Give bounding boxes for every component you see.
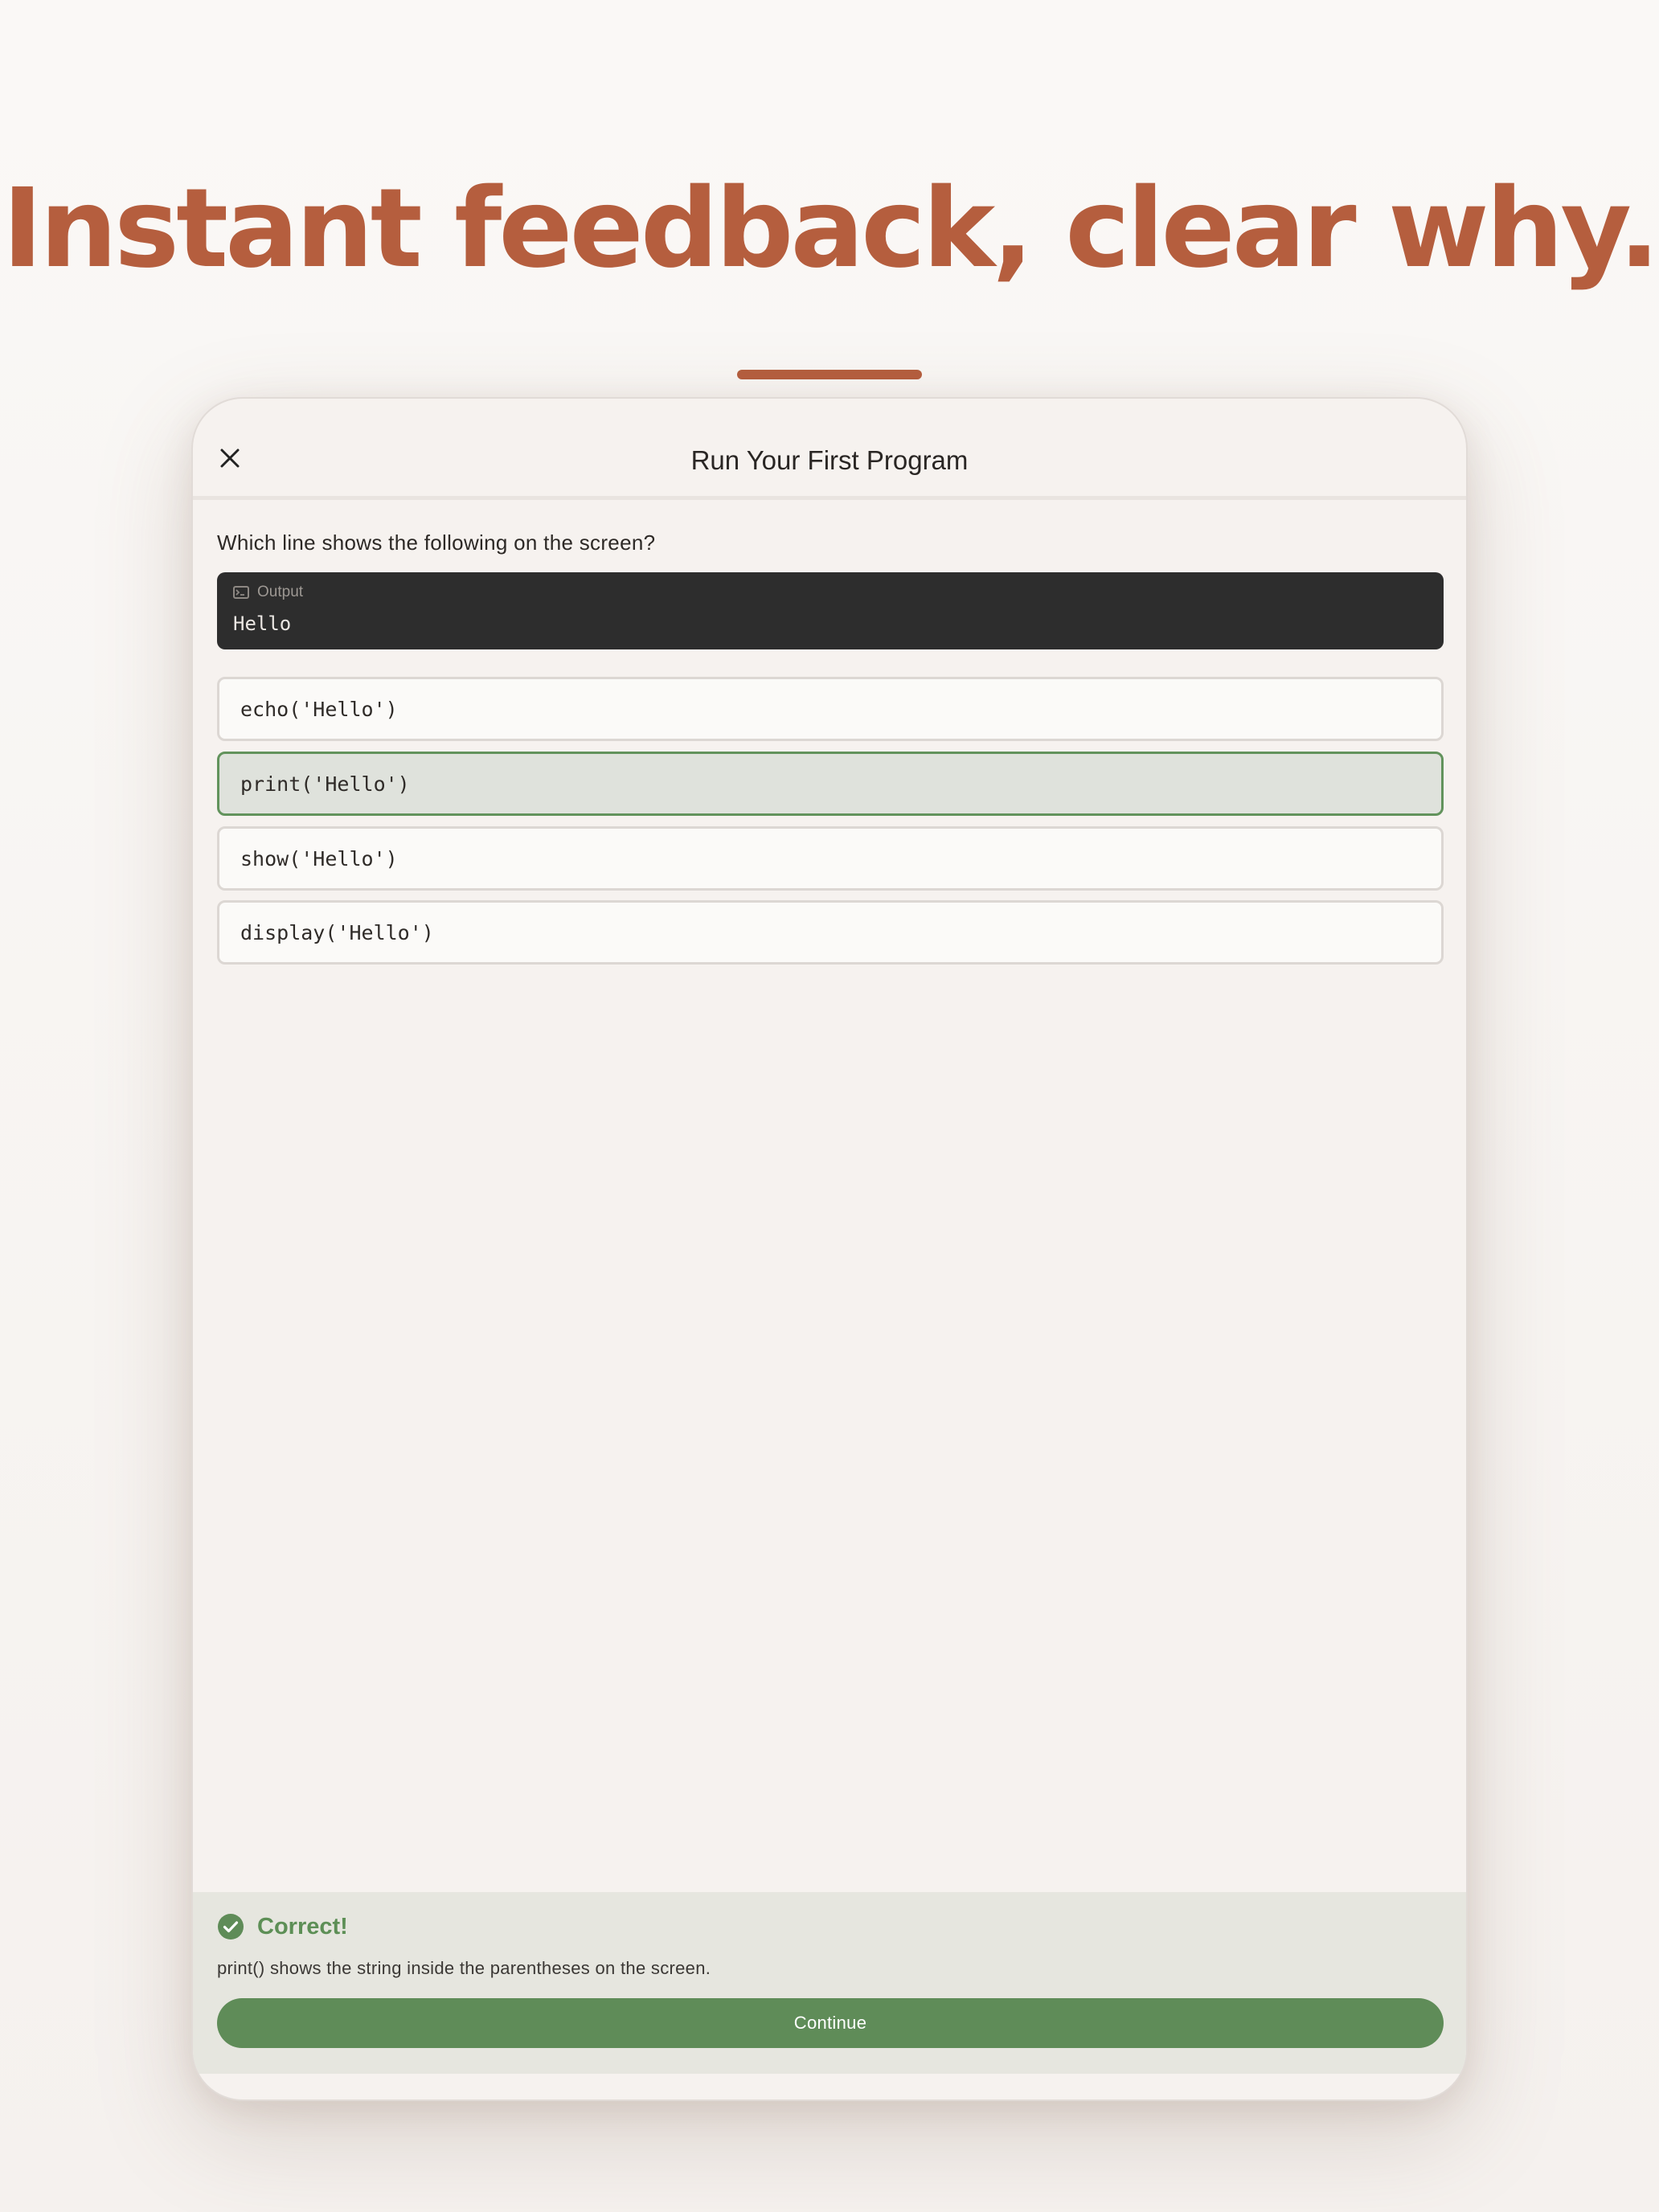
output-label: Output — [257, 584, 304, 600]
check-circle-icon — [218, 1914, 244, 1940]
feedback-title: Correct! — [257, 1913, 348, 1940]
output-header: Output — [233, 584, 303, 601]
device-screen: Run Your First Program Which line shows … — [191, 397, 1468, 2101]
question-text: Which line shows the following on the sc… — [217, 530, 656, 555]
answer-option-print[interactable]: print('Hello') — [217, 752, 1444, 816]
output-text: Hello — [233, 612, 292, 635]
lesson-header: Run Your First Program — [193, 399, 1466, 500]
feedback-explanation: print() shows the string inside the pare… — [217, 1958, 711, 1978]
answer-option-display[interactable]: display('Hello') — [217, 900, 1444, 965]
device-top-bar — [737, 370, 922, 379]
continue-button[interactable]: Continue — [217, 1998, 1444, 2048]
feedback-header: Correct! — [217, 1913, 348, 1940]
output-panel: Output Hello — [217, 572, 1444, 649]
answer-option-echo[interactable]: echo('Hello') — [217, 677, 1444, 741]
feedback-panel: Correct! print() shows the string inside… — [193, 1892, 1466, 2074]
terminal-icon — [233, 586, 249, 599]
lesson-title: Run Your First Program — [690, 445, 969, 475]
answer-option-show[interactable]: show('Hello') — [217, 826, 1444, 891]
headline: Instant feedback, clear why. — [2, 166, 1659, 293]
